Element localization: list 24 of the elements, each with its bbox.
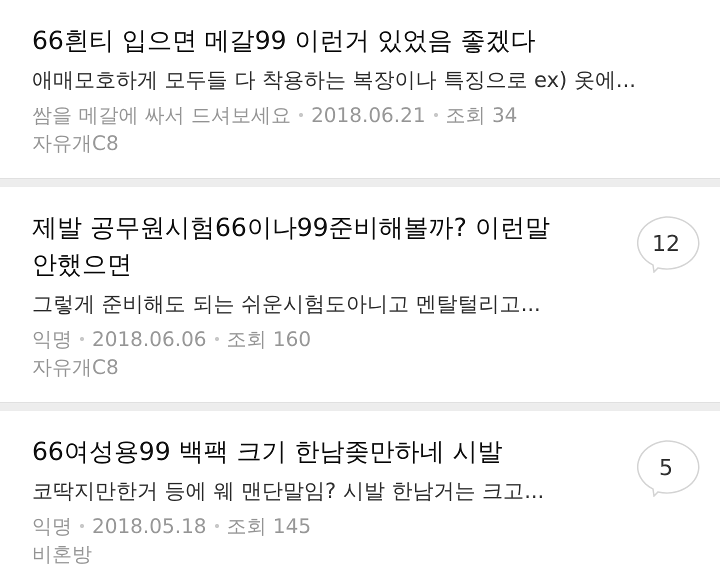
board-name: 자유개C8 xyxy=(32,130,120,157)
post-snippet: 그렇게 준비해도 되는 쉬운시험도아니고 멘탈털리고... xyxy=(32,291,542,318)
post-author: 익명 xyxy=(32,513,72,540)
post-author: 쌈을 메갈에 싸서 드셔보세요 xyxy=(32,102,292,129)
separator-dot-icon xyxy=(434,113,438,117)
post-date: 2018.06.21 xyxy=(311,102,426,129)
post-date: 2018.05.18 xyxy=(92,513,207,540)
separator-dot-icon xyxy=(214,337,219,341)
post-snippet: 애매모호하게 모두들 다 착용하는 복장이나 특징으로 ex) 옷에... xyxy=(32,67,637,94)
post-author: 익명 xyxy=(32,326,72,353)
view-count: 조회 160 xyxy=(226,326,312,353)
view-count: 조회 145 xyxy=(226,513,312,540)
post-title[interactable]: 66여성용99 백팩 크기 한남좆만하네 시발 xyxy=(32,433,592,470)
view-count: 조회 34 xyxy=(446,102,518,129)
post-date: 2018.06.06 xyxy=(92,326,207,353)
board-name: 비혼방 xyxy=(32,541,93,568)
post-title[interactable]: 66흰티 입으면 메갈99 이런거 있었음 좋겠다 xyxy=(32,22,592,59)
separator-dot-icon xyxy=(80,337,84,341)
separator-dot-icon xyxy=(214,524,219,528)
post-snippet: 코딱지만한거 등에 웨 맨단말임? 시발 한남거는 크고... xyxy=(32,478,546,505)
separator-dot-icon xyxy=(80,524,84,528)
post-title[interactable]: 제발 공무원시험66이나99준비해볼까? 이런말 안했으면 xyxy=(32,209,592,283)
separator-dot-icon xyxy=(299,113,304,117)
board-name: 자유개C8 xyxy=(32,354,120,381)
